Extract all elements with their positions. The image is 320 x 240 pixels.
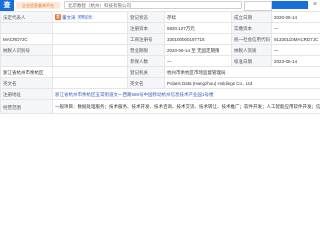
cell-value: — [271,44,320,56]
cell-label: 登记状态 [127,11,165,23]
cell-label: 注册地址 [0,88,53,100]
search-option-button[interactable] [244,1,272,11]
cell-label: 成立日期 [231,11,272,23]
cell-label: 实缴资本 [231,22,272,34]
cell-value [52,33,128,45]
table-row: 纳税人识别号 营业期限 2020-06-14 至 无固定期限 纳税人资质 — [0,44,320,56]
avatar: 董 [55,14,61,21]
cell-value: — [164,55,232,67]
table-row: 注册资本 6820.127万元 实缴资本 — [0,22,320,34]
cell-value [52,22,128,34]
cell-label [0,22,53,34]
cell-value: 存续 [164,11,232,23]
cell-value: 杭州市余杭区市场监督管理局 [164,66,320,78]
table-row: 参保人数 — 核准日期 2023-06-14 [0,55,320,67]
close-icon[interactable]: × [311,1,319,9]
cell-label: 工商注册号 [127,33,165,45]
site-tagline: 企业信息查询平台 [16,2,60,9]
search-input[interactable]: 北京数智（杭州）科技有限公司 [64,1,242,9]
cell-value [52,77,128,89]
cell-label: 注册资本 [127,22,165,34]
cell-label: 纳税人资质 [231,44,272,56]
cell-value: 91330110MACRD7JC [271,33,320,45]
cell-label: 登记机关 [127,66,165,78]
table-row: 浙江省杭州市余杭区 登记机关 杭州市余杭区市场监督管理局 [0,66,320,78]
table-row: 英文名 英文名 Polaris Data (Hangzhou) Holdings… [0,77,320,89]
search-button[interactable] [272,1,308,9]
cell-value [52,66,128,78]
cell-value: 330100000197718 [164,33,232,45]
cell-value: Polaris Data (Hangzhou) Holdings Co., Lt… [164,77,320,89]
cell-label [0,55,53,67]
cell-value [52,44,128,56]
address-value[interactable]: 浙江省杭州市余杭区五常街道文一西路588号中国移动杭州信息技术产业园1号楼 [52,88,320,100]
legal-rep-name[interactable]: 董文涛 [62,15,76,20]
legal-rep-label: 法定代表人 [0,11,53,23]
cell-label: 核准日期 [231,55,272,67]
related-tag[interactable]: 关联企业 [76,14,94,20]
cell-label: 营业期限 [127,44,165,56]
table-row: 法定代表人 董董文涛 关联企业 登记状态 存续 成立日期 2020-06-14 [0,11,320,23]
cell-label: 英文名 [127,77,165,89]
cell-value: 浙江省杭州市余杭区 [0,66,53,78]
site-logo[interactable]: 查 [0,0,14,11]
cell-value: 2020-06-14 至 无固定期限 [164,44,232,56]
scope-label: 经营范围 [0,99,53,114]
cell-value: 6820.127万元 [164,22,232,34]
cell-value: MACRD7JC [0,33,53,45]
business-scope-text: 一般项目：数据处理服务；技术服务、技术开发、技术咨询、技术交流、技术转让、技术推… [52,99,320,114]
legal-rep-value[interactable]: 董董文涛 关联企业 [52,11,128,23]
cell-label: 英文名 [0,77,53,89]
cell-value [52,55,128,67]
table-row: 注册地址 浙江省杭州市余杭区五常街道文一西路588号中国移动杭州信息技术产业园1… [0,88,320,100]
cell-value: 2023-06-14 [271,55,320,67]
cell-label: 统一社会信用代码 [231,33,272,45]
table-row: 经营范围 一般项目：数据处理服务；技术服务、技术开发、技术咨询、技术交流、技术转… [0,99,320,114]
cell-value: — [271,22,320,34]
cell-label: 参保人数 [127,55,165,67]
table-row: MACRD7JC 工商注册号 330100000197718 统一社会信用代码 … [0,33,320,45]
cell-value: 2020-06-14 [271,11,320,23]
business-info-table: 法定代表人 董董文涛 关联企业 登记状态 存续 成立日期 2020-06-14 … [0,11,320,114]
cell-label: 纳税人识别号 [0,44,53,56]
